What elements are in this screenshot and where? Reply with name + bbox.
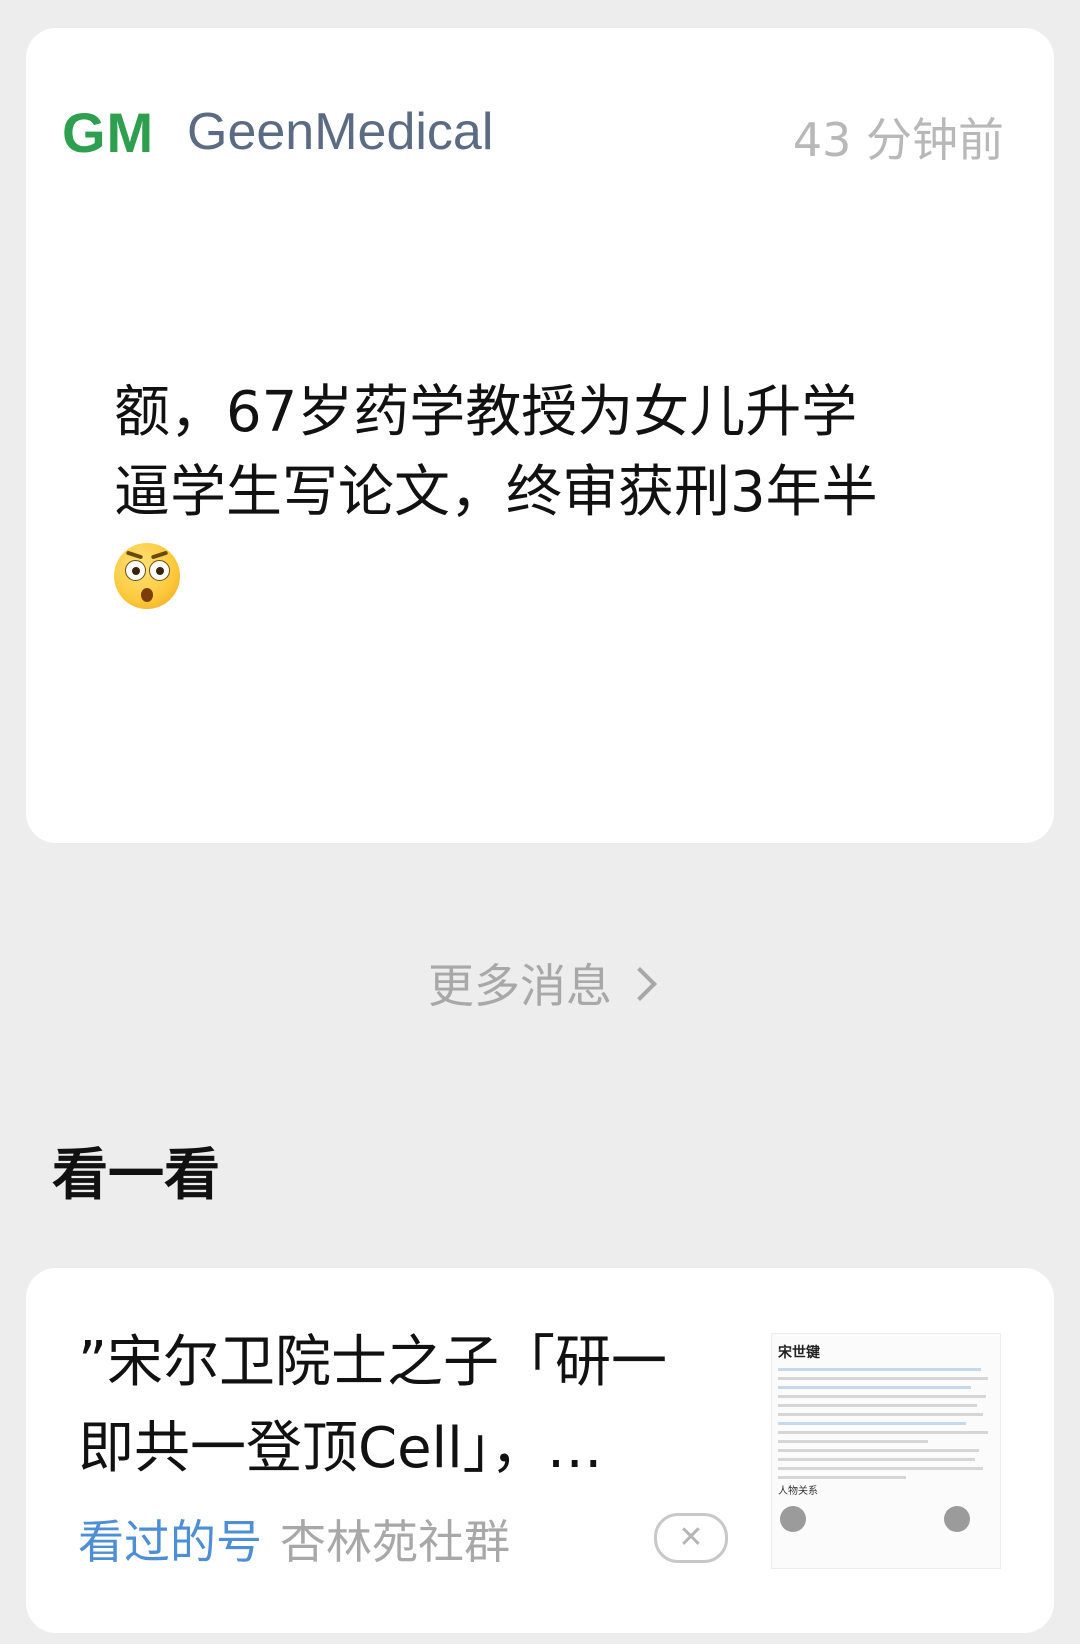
article-thumbnail[interactable]: 宋世键 人物关系: [771, 1333, 1001, 1569]
message-time: 43 分钟前: [792, 113, 1004, 167]
thumbnail-line: [778, 1404, 978, 1407]
chevron-right-icon: [623, 967, 657, 1001]
message-text[interactable]: 额，67岁药学教授为女儿升学 逼学生写论文，终审获刑3年半: [114, 373, 974, 631]
account-name[interactable]: GeenMedical: [187, 102, 493, 162]
thumbnail-line: [778, 1386, 971, 1389]
more-messages-link[interactable]: 更多消息: [0, 950, 1080, 1016]
thumbnail-line: [778, 1458, 975, 1461]
message-text-line: 逼学生写论文，终审获刑3年半: [114, 460, 878, 525]
thumbnail-line: [778, 1368, 982, 1371]
thumbnail-text-block: [778, 1368, 992, 1485]
thumbnail-line: [778, 1395, 986, 1398]
emoji-eye-left: [125, 560, 146, 581]
flushed-face-icon: [114, 543, 180, 609]
thumbnail-person-avatar: [944, 1506, 970, 1532]
message-header: GM GeenMedical 43 分钟前: [62, 100, 1004, 167]
dismiss-button[interactable]: ✕: [654, 1513, 728, 1563]
thumbnail-line: [778, 1467, 984, 1470]
thumbnail-line: [778, 1422, 967, 1425]
article-meta: 看过的号 杏林苑社群: [78, 1506, 510, 1572]
more-messages-label: 更多消息: [428, 959, 612, 1013]
article-tag: 看过的号: [78, 1515, 262, 1569]
emoji-eye-right: [149, 560, 170, 581]
thumbnail-person-avatar: [780, 1506, 806, 1532]
thumbnail-line: [778, 1377, 988, 1380]
message-text-line: 额，67岁药学教授为女儿升学: [114, 380, 858, 445]
section-title: 看一看: [52, 1143, 220, 1208]
article-card[interactable]: ”宋尔卫院士之子「研一 即共一登顶Cell」，… 看过的号 杏林苑社群 ✕ 宋世键…: [26, 1268, 1054, 1633]
thumbnail-name: 宋世键: [778, 1345, 820, 1361]
thumbnail-line: [778, 1449, 980, 1452]
emoji-brow-right: [150, 550, 169, 560]
thumbnail-line: [778, 1476, 907, 1479]
emoji-mouth: [141, 588, 153, 602]
thumbnail-line: [778, 1440, 928, 1443]
account-logo[interactable]: GM: [62, 100, 154, 165]
thumbnail-line: [778, 1431, 988, 1434]
thumbnail-line: [778, 1413, 984, 1416]
message-card[interactable]: GM GeenMedical 43 分钟前 额，67岁药学教授为女儿升学 逼学生…: [26, 28, 1054, 843]
article-title-line: ”宋尔卫院士之子「研一: [78, 1330, 668, 1395]
emoji-brow-left: [125, 550, 144, 560]
article-title-line: 即共一登顶Cell」，…: [78, 1416, 603, 1481]
article-source[interactable]: 杏林苑社群: [280, 1515, 510, 1569]
article-title[interactable]: ”宋尔卫院士之子「研一 即共一登顶Cell」，…: [78, 1320, 718, 1492]
thumbnail-section-label: 人物关系: [778, 1486, 818, 1497]
